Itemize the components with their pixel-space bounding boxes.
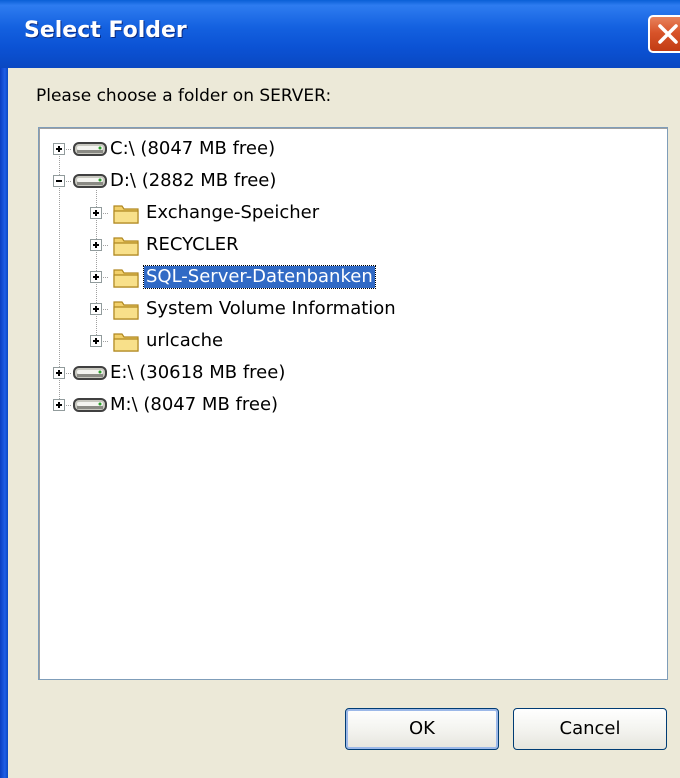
hard-drive-icon xyxy=(73,140,107,158)
hard-drive-icon xyxy=(73,396,107,414)
tree-item-label: urlcache xyxy=(146,330,224,351)
expand-toggle[interactable] xyxy=(90,271,102,283)
plus-icon xyxy=(95,306,97,312)
hard-drive-icon xyxy=(73,364,107,382)
plus-icon xyxy=(95,338,97,344)
tree-item-drive[interactable]: D:\ (2882 MB free) xyxy=(39,166,639,196)
close-icon xyxy=(658,24,678,44)
tree-item-folder[interactable]: SQL-Server-Datenbanken xyxy=(39,262,639,292)
tree-item-label: C:\ (8047 MB free) xyxy=(110,138,276,159)
ok-button[interactable]: OK xyxy=(345,708,499,750)
tree-item-label: M:\ (8047 MB free) xyxy=(110,394,279,415)
tree-item-folder[interactable]: urlcache xyxy=(39,326,639,356)
folder-icon xyxy=(112,233,140,257)
cancel-button[interactable]: Cancel xyxy=(513,708,667,750)
expand-toggle[interactable] xyxy=(90,207,102,219)
tree-item-drive[interactable]: E:\ (30618 MB free) xyxy=(39,358,639,388)
expand-toggle[interactable] xyxy=(90,335,102,347)
expand-toggle[interactable] xyxy=(53,367,65,379)
tree-item-label: Exchange-Speicher xyxy=(146,202,320,223)
folder-icon xyxy=(112,329,140,353)
tree-item-drive[interactable]: M:\ (8047 MB free) xyxy=(39,390,639,420)
folder-icon xyxy=(112,297,140,321)
expand-toggle[interactable] xyxy=(53,399,65,411)
tree-item-label: E:\ (30618 MB free) xyxy=(110,362,286,383)
tree-item-label: RECYCLER xyxy=(146,234,239,255)
plus-icon xyxy=(95,210,97,216)
tree-item-label: SQL-Server-Datenbanken xyxy=(143,265,376,289)
expand-toggle[interactable] xyxy=(53,143,65,155)
minus-icon xyxy=(56,180,62,182)
close-button[interactable] xyxy=(648,15,680,53)
expand-toggle[interactable] xyxy=(90,239,102,251)
prompt-label: Please choose a folder on SERVER: xyxy=(36,86,332,106)
tree-item-label: System Volume Information xyxy=(146,298,396,319)
select-folder-dialog: Select Folder Please choose a folder on … xyxy=(0,0,680,778)
plus-icon xyxy=(58,370,60,376)
tree-item-label: D:\ (2882 MB free) xyxy=(110,170,277,191)
folder-icon xyxy=(112,265,140,289)
hard-drive-icon xyxy=(73,172,107,190)
expand-toggle[interactable] xyxy=(90,303,102,315)
plus-icon xyxy=(95,274,97,280)
plus-icon xyxy=(95,242,97,248)
title-bar[interactable]: Select Folder xyxy=(0,0,680,68)
collapse-toggle[interactable] xyxy=(53,175,65,187)
folder-icon xyxy=(112,201,140,225)
plus-icon xyxy=(58,146,60,152)
tree-item-folder[interactable]: System Volume Information xyxy=(39,294,639,324)
folder-tree[interactable]: C:\ (8047 MB free) D:\ (2882 MB free) Exch… xyxy=(38,127,668,680)
window-frame-left xyxy=(0,68,8,778)
plus-icon xyxy=(58,402,60,408)
tree-item-folder[interactable]: RECYCLER xyxy=(39,230,639,260)
tree-item-folder[interactable]: Exchange-Speicher xyxy=(39,198,639,228)
tree-item-drive[interactable]: C:\ (8047 MB free) xyxy=(39,134,639,164)
dialog-title: Select Folder xyxy=(24,18,187,43)
